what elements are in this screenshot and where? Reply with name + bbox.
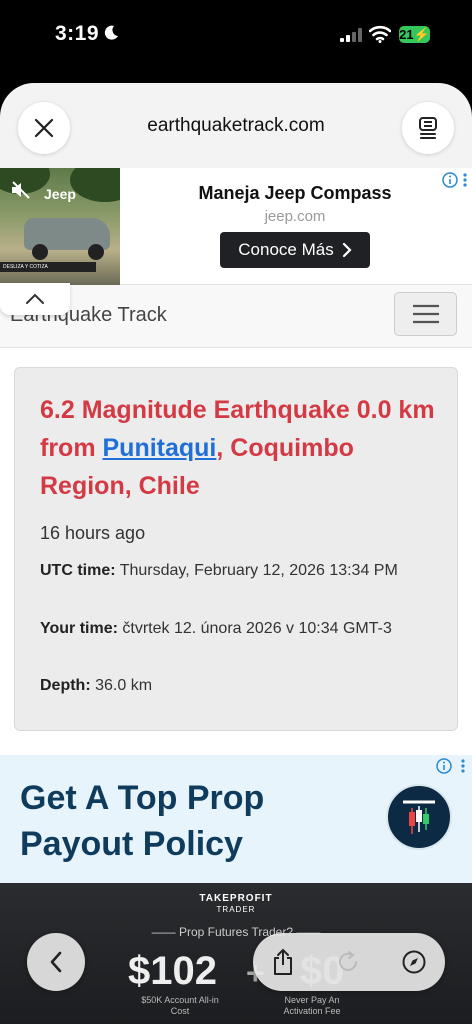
ad-cta-label: Conoce Más	[238, 240, 334, 259]
compass-button[interactable]	[399, 947, 429, 977]
site-navbar: Earthquake Track	[0, 285, 472, 348]
browser-address-bar: earthquaketrack.com	[0, 83, 472, 168]
browser-toolbar	[253, 933, 445, 991]
status-bar: 3:19 21⚡	[0, 0, 472, 80]
earthquake-title: 6.2 Magnitude Earthquake 0.0 km from Pun…	[40, 391, 440, 505]
ad-headline[interactable]: Get A Top Prop Payout Policy	[20, 775, 350, 867]
chevron-left-icon	[50, 951, 62, 973]
utc-value: Thursday, February 12, 2026 13:34 PM	[115, 562, 398, 579]
share-button[interactable]	[268, 947, 298, 977]
place-link[interactable]: Punitaqui	[103, 434, 217, 462]
ad-cta-button[interactable]: Conoce Más	[220, 232, 370, 268]
cellular-signal-icon	[340, 28, 362, 42]
local-label: Your time:	[40, 620, 118, 637]
battery-indicator: 21⚡	[399, 26, 430, 43]
promo-caption-fee: Never Pay An Activation Fee	[283, 995, 341, 1016]
chevron-up-icon	[26, 293, 44, 304]
earthquake-card: 6.2 Magnitude Earthquake 0.0 km from Pun…	[14, 367, 458, 731]
time-ago: 16 hours ago	[40, 523, 146, 543]
promo-price: $102	[128, 949, 217, 993]
ad-title[interactable]: Maneja Jeep Compass	[140, 183, 450, 204]
takeprofit-logo-icon[interactable]	[386, 784, 452, 850]
back-button[interactable]	[27, 933, 85, 991]
close-button[interactable]	[18, 102, 70, 154]
local-value: čtvrtek 12. února 2026 v 10:34 GMT-3	[117, 620, 392, 637]
trader-candles-icon	[403, 800, 435, 834]
wifi-icon	[369, 25, 391, 43]
depth-label: Depth:	[40, 677, 91, 694]
local-time-row: Your time: čtvrtek 12. února 2026 v 10:3…	[40, 617, 440, 641]
close-icon	[34, 118, 54, 138]
moon-icon	[104, 25, 119, 40]
promo-brand-line2: TRADER	[216, 905, 256, 914]
ad-menu-icon[interactable]	[460, 758, 466, 774]
palm-shape	[70, 168, 120, 202]
jeep-logo-text: Jeep	[44, 186, 76, 202]
utc-time-row: UTC time: Thursday, February 12, 2026 13…	[40, 559, 440, 583]
reload-button[interactable]	[333, 947, 363, 977]
status-time: 3:19	[55, 22, 119, 46]
compass-icon	[402, 950, 426, 974]
promo-brand: TAKEPROFIT TRADER	[0, 893, 472, 915]
adchoices-icon[interactable]	[436, 758, 452, 774]
hamburger-icon	[412, 304, 439, 324]
adchoices-icon[interactable]	[442, 172, 458, 188]
share-icon	[274, 948, 292, 975]
clock-text: 3:19	[55, 22, 100, 45]
depth-value: 36.0 km	[90, 677, 153, 694]
ad-domain[interactable]: jeep.com	[140, 208, 450, 225]
promo-brand-line1: TAKEPROFIT	[199, 893, 273, 904]
url-text[interactable]: earthquaketrack.com	[80, 115, 392, 137]
ad-menu-icon[interactable]	[462, 172, 468, 188]
ad-collapse-button[interactable]	[0, 283, 70, 315]
jeep-ad-banner[interactable]: Jeep DESLIZA Y COTIZA Maneja Jeep Compas…	[0, 168, 472, 285]
chevron-right-icon	[342, 242, 352, 258]
battery-level: 21	[399, 27, 414, 42]
reader-button[interactable]	[402, 102, 454, 154]
promo-caption-cost: $50K Account All-in Cost	[141, 995, 219, 1016]
reader-icon	[419, 117, 437, 139]
reload-icon	[339, 951, 357, 971]
muted-speaker-icon[interactable]	[10, 180, 32, 200]
charging-bolt-icon: ⚡	[413, 27, 430, 42]
wheel-shape	[88, 244, 104, 260]
utc-label: UTC time:	[40, 562, 116, 579]
nav-menu-button[interactable]	[394, 292, 457, 336]
ad-image-strip: DESLIZA Y COTIZA	[0, 262, 96, 272]
depth-row: Depth: 36.0 km	[40, 674, 440, 698]
jeep-ad-image[interactable]: Jeep DESLIZA Y COTIZA	[0, 168, 120, 285]
wheel-shape	[32, 244, 48, 260]
